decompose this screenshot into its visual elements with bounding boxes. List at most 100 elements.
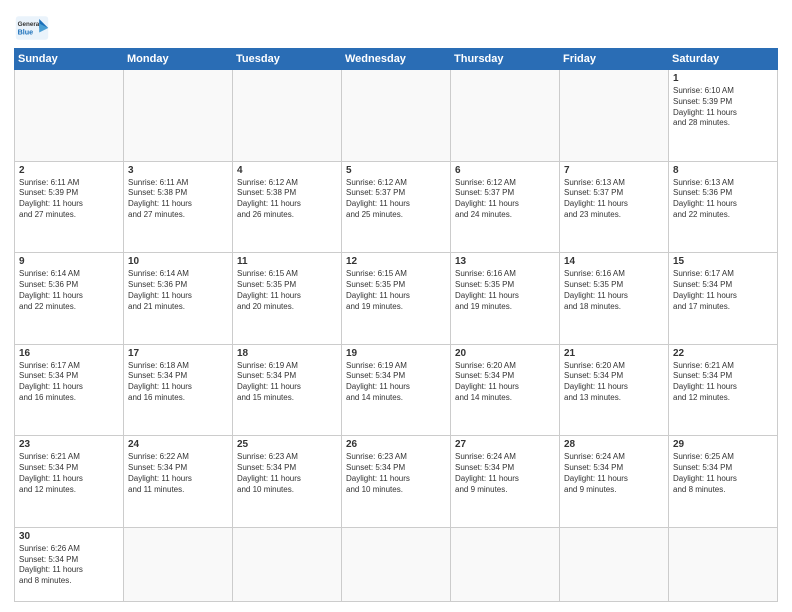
cell-info: Sunrise: 6:16 AM Sunset: 5:35 PM Dayligh…	[564, 269, 664, 312]
day-number: 30	[19, 531, 119, 542]
cell-info: Sunrise: 6:23 AM Sunset: 5:34 PM Dayligh…	[237, 452, 337, 495]
cell-info: Sunrise: 6:13 AM Sunset: 5:37 PM Dayligh…	[564, 178, 664, 221]
day-number: 11	[237, 256, 337, 267]
calendar-cell: 25Sunrise: 6:23 AM Sunset: 5:34 PM Dayli…	[233, 436, 342, 528]
calendar-cell	[233, 527, 342, 601]
day-number: 29	[673, 439, 773, 450]
cell-info: Sunrise: 6:23 AM Sunset: 5:34 PM Dayligh…	[346, 452, 446, 495]
day-number: 22	[673, 348, 773, 359]
week-row-5: 23Sunrise: 6:21 AM Sunset: 5:34 PM Dayli…	[15, 436, 778, 528]
day-number: 14	[564, 256, 664, 267]
weekday-header-tuesday: Tuesday	[233, 49, 342, 70]
calendar-cell	[342, 527, 451, 601]
calendar-cell	[15, 70, 124, 162]
calendar-cell: 23Sunrise: 6:21 AM Sunset: 5:34 PM Dayli…	[15, 436, 124, 528]
calendar-cell: 1 Sunrise: 6:10 AM Sunset: 5:39 PM Daylig…	[669, 70, 778, 162]
day-number: 21	[564, 348, 664, 359]
cell-info: Sunrise: 6:21 AM Sunset: 5:34 PM Dayligh…	[673, 361, 773, 404]
week-row-1: 1 Sunrise: 6:10 AM Sunset: 5:39 PM Daylig…	[15, 70, 778, 162]
weekday-header-saturday: Saturday	[669, 49, 778, 70]
logo-icon: General Blue	[14, 14, 50, 42]
day-number: 15	[673, 256, 773, 267]
calendar-cell	[233, 70, 342, 162]
logo: General Blue	[14, 10, 50, 42]
week-row-6: 30 Sunrise: 6:26 AM Sunset: 5:34 PM Dayli…	[15, 527, 778, 601]
cell-info: Sunrise: 6:26 AM Sunset: 5:34 PM Dayligh…	[19, 544, 119, 587]
calendar-cell: 28 Sunrise: 6:24 AM Sunset: 5:34 PM Dayli…	[560, 436, 669, 528]
calendar-cell: 5 Sunrise: 6:12 AM Sunset: 5:37 PM Daylig…	[342, 161, 451, 253]
week-row-2: 2 Sunrise: 6:11 AM Sunset: 5:39 PM Daylig…	[15, 161, 778, 253]
header: General Blue	[14, 10, 778, 42]
weekday-header-monday: Monday	[124, 49, 233, 70]
calendar-cell: 18 Sunrise: 6:19 AM Sunset: 5:34 PM Dayli…	[233, 344, 342, 436]
cell-info: Sunrise: 6:12 AM Sunset: 5:37 PM Dayligh…	[346, 178, 446, 221]
calendar-cell: 8Sunrise: 6:13 AM Sunset: 5:36 PM Daylig…	[669, 161, 778, 253]
calendar-cell	[124, 527, 233, 601]
cell-info: Sunrise: 6:24 AM Sunset: 5:34 PM Dayligh…	[564, 452, 664, 495]
day-number: 24	[128, 439, 228, 450]
day-number: 19	[346, 348, 446, 359]
day-number: 23	[19, 439, 119, 450]
cell-info: Sunrise: 6:19 AM Sunset: 5:34 PM Dayligh…	[237, 361, 337, 404]
calendar-cell: 26 Sunrise: 6:23 AM Sunset: 5:34 PM Dayli…	[342, 436, 451, 528]
cell-info: Sunrise: 6:20 AM Sunset: 5:34 PM Dayligh…	[455, 361, 555, 404]
week-row-3: 9 Sunrise: 6:14 AM Sunset: 5:36 PM Daylig…	[15, 253, 778, 345]
cell-info: Sunrise: 6:12 AM Sunset: 5:38 PM Dayligh…	[237, 178, 337, 221]
calendar-cell: 7 Sunrise: 6:13 AM Sunset: 5:37 PM Daylig…	[560, 161, 669, 253]
calendar-cell: 13 Sunrise: 6:16 AM Sunset: 5:35 PM Dayli…	[451, 253, 560, 345]
cell-info: Sunrise: 6:19 AM Sunset: 5:34 PM Dayligh…	[346, 361, 446, 404]
calendar-cell: 2 Sunrise: 6:11 AM Sunset: 5:39 PM Daylig…	[15, 161, 124, 253]
cell-info: Sunrise: 6:15 AM Sunset: 5:35 PM Dayligh…	[237, 269, 337, 312]
calendar-cell	[124, 70, 233, 162]
page: General Blue SundayMondayTuesdayWednesda…	[0, 0, 792, 612]
cell-info: Sunrise: 6:14 AM Sunset: 5:36 PM Dayligh…	[19, 269, 119, 312]
day-number: 27	[455, 439, 555, 450]
day-number: 5	[346, 165, 446, 176]
calendar-cell	[342, 70, 451, 162]
cell-info: Sunrise: 6:11 AM Sunset: 5:38 PM Dayligh…	[128, 178, 228, 221]
weekday-header-thursday: Thursday	[451, 49, 560, 70]
day-number: 4	[237, 165, 337, 176]
day-number: 20	[455, 348, 555, 359]
cell-info: Sunrise: 6:17 AM Sunset: 5:34 PM Dayligh…	[673, 269, 773, 312]
calendar-cell: 29 Sunrise: 6:25 AM Sunset: 5:34 PM Dayli…	[669, 436, 778, 528]
calendar-cell: 19 Sunrise: 6:19 AM Sunset: 5:34 PM Dayli…	[342, 344, 451, 436]
calendar-cell: 14 Sunrise: 6:16 AM Sunset: 5:35 PM Dayli…	[560, 253, 669, 345]
calendar-cell: 22 Sunrise: 6:21 AM Sunset: 5:34 PM Dayli…	[669, 344, 778, 436]
day-number: 7	[564, 165, 664, 176]
day-number: 9	[19, 256, 119, 267]
cell-info: Sunrise: 6:24 AM Sunset: 5:34 PM Dayligh…	[455, 452, 555, 495]
calendar-cell	[451, 527, 560, 601]
calendar-cell: 10Sunrise: 6:14 AM Sunset: 5:36 PM Dayli…	[124, 253, 233, 345]
day-number: 28	[564, 439, 664, 450]
day-number: 13	[455, 256, 555, 267]
day-number: 1	[673, 73, 773, 84]
weekday-header-sunday: Sunday	[15, 49, 124, 70]
svg-text:Blue: Blue	[18, 27, 34, 36]
calendar-cell: 21 Sunrise: 6:20 AM Sunset: 5:34 PM Dayli…	[560, 344, 669, 436]
calendar-cell: 17Sunrise: 6:18 AM Sunset: 5:34 PM Dayli…	[124, 344, 233, 436]
cell-info: Sunrise: 6:20 AM Sunset: 5:34 PM Dayligh…	[564, 361, 664, 404]
calendar-cell	[560, 70, 669, 162]
calendar-cell: 27 Sunrise: 6:24 AM Sunset: 5:34 PM Dayli…	[451, 436, 560, 528]
cell-info: Sunrise: 6:10 AM Sunset: 5:39 PM Dayligh…	[673, 86, 773, 129]
calendar-table: SundayMondayTuesdayWednesdayThursdayFrid…	[14, 48, 778, 602]
day-number: 6	[455, 165, 555, 176]
calendar-cell	[669, 527, 778, 601]
calendar-cell: 3Sunrise: 6:11 AM Sunset: 5:38 PM Daylig…	[124, 161, 233, 253]
cell-info: Sunrise: 6:22 AM Sunset: 5:34 PM Dayligh…	[128, 452, 228, 495]
day-number: 2	[19, 165, 119, 176]
calendar-cell: 12Sunrise: 6:15 AM Sunset: 5:35 PM Dayli…	[342, 253, 451, 345]
day-number: 18	[237, 348, 337, 359]
calendar-cell: 11 Sunrise: 6:15 AM Sunset: 5:35 PM Dayli…	[233, 253, 342, 345]
day-number: 12	[346, 256, 446, 267]
cell-info: Sunrise: 6:25 AM Sunset: 5:34 PM Dayligh…	[673, 452, 773, 495]
cell-info: Sunrise: 6:14 AM Sunset: 5:36 PM Dayligh…	[128, 269, 228, 312]
cell-info: Sunrise: 6:17 AM Sunset: 5:34 PM Dayligh…	[19, 361, 119, 404]
calendar-cell: 30 Sunrise: 6:26 AM Sunset: 5:34 PM Dayli…	[15, 527, 124, 601]
day-number: 26	[346, 439, 446, 450]
cell-info: Sunrise: 6:11 AM Sunset: 5:39 PM Dayligh…	[19, 178, 119, 221]
weekday-header-row: SundayMondayTuesdayWednesdayThursdayFrid…	[15, 49, 778, 70]
cell-info: Sunrise: 6:16 AM Sunset: 5:35 PM Dayligh…	[455, 269, 555, 312]
calendar-cell: 24 Sunrise: 6:22 AM Sunset: 5:34 PM Dayli…	[124, 436, 233, 528]
